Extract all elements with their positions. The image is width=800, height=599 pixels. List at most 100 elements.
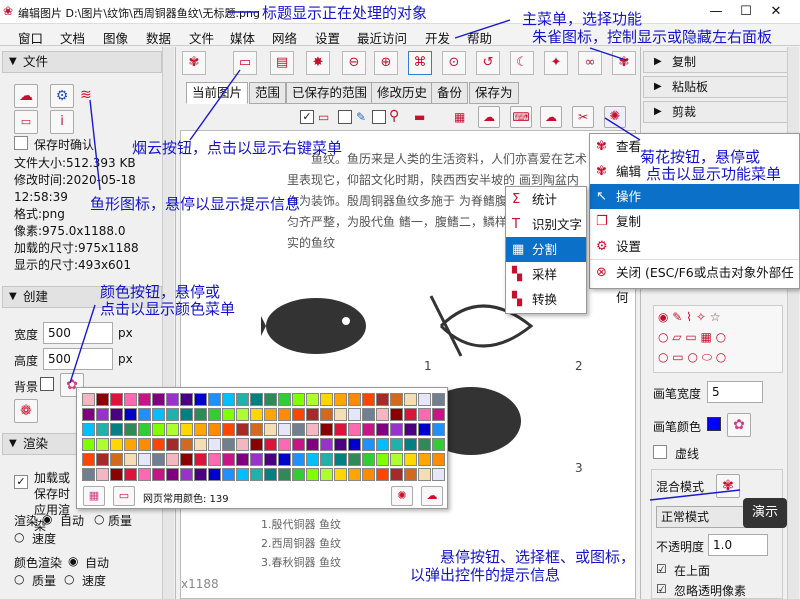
- palette-color-cell[interactable]: [390, 423, 403, 436]
- bird-icon[interactable]: ✦: [544, 51, 568, 75]
- palette-color-cell[interactable]: [138, 468, 151, 481]
- shape-icons-2[interactable]: ○ ▭ ○ ⬭ ○: [658, 350, 726, 365]
- range-fill-checkbox[interactable]: [338, 110, 352, 124]
- palette-color-cell[interactable]: [110, 423, 123, 436]
- palette-color-cell[interactable]: [432, 438, 445, 451]
- palette-color-cell[interactable]: [292, 408, 305, 421]
- menu-item-settings[interactable]: ⚙ 设置: [590, 234, 799, 259]
- palette-color-cell[interactable]: [306, 408, 319, 421]
- color-auto-radio[interactable]: ◉: [68, 554, 78, 568]
- palette-color-cell[interactable]: [334, 468, 347, 481]
- palette-color-cell[interactable]: [404, 423, 417, 436]
- palette-color-cell[interactable]: [138, 393, 151, 406]
- palette-color-cell[interactable]: [292, 393, 305, 406]
- palette-color-cell[interactable]: [306, 468, 319, 481]
- tab-backup[interactable]: 备份: [431, 82, 469, 104]
- maximize-button[interactable]: ☐: [735, 2, 757, 22]
- palette-color-cell[interactable]: [390, 393, 403, 406]
- color-quality-radio[interactable]: ○: [14, 572, 24, 586]
- fish-icon[interactable]: ≋: [80, 87, 92, 103]
- palette-color-cell[interactable]: [110, 393, 123, 406]
- palette-color-cell[interactable]: [292, 438, 305, 451]
- palette-color-cell[interactable]: [222, 438, 235, 451]
- close-button[interactable]: ✕: [765, 2, 787, 22]
- palette-color-cell[interactable]: [180, 393, 193, 406]
- rename-icon[interactable]: ▭: [14, 110, 38, 134]
- info-icon[interactable]: i: [50, 110, 74, 134]
- palette-color-cell[interactable]: [250, 453, 263, 466]
- palette-color-cell[interactable]: [320, 393, 333, 406]
- pen-color-swatch[interactable]: [707, 417, 721, 431]
- blend-icon[interactable]: ✾: [716, 474, 740, 498]
- palette-color-cell[interactable]: [362, 393, 375, 406]
- palette-color-cell[interactable]: [264, 408, 277, 421]
- palette-color-cell[interactable]: [376, 453, 389, 466]
- palette-color-cell[interactable]: [96, 438, 109, 451]
- submenu-ocr[interactable]: T 识别文字: [506, 212, 586, 237]
- palette-color-cell[interactable]: [222, 468, 235, 481]
- palette-color-cell[interactable]: [334, 393, 347, 406]
- clipboard-section[interactable]: ▶ 粘贴板: [643, 76, 793, 98]
- palette-color-cell[interactable]: [264, 423, 277, 436]
- palette-color-cell[interactable]: [82, 393, 95, 406]
- background-swatch[interactable]: [40, 377, 54, 391]
- palette-color-cell[interactable]: [138, 438, 151, 451]
- palette-color-cell[interactable]: [334, 408, 347, 421]
- palette-color-cell[interactable]: [236, 453, 249, 466]
- palette-color-cell[interactable]: [362, 408, 375, 421]
- zoom-out-icon[interactable]: ⊖: [342, 51, 366, 75]
- palette-color-cell[interactable]: [250, 408, 263, 421]
- palette-color-cell[interactable]: [222, 423, 235, 436]
- palette-color-cell[interactable]: [278, 423, 291, 436]
- palette-color-cell[interactable]: [110, 468, 123, 481]
- palette-color-cell[interactable]: [320, 423, 333, 436]
- range-checkbox-2[interactable]: [372, 110, 386, 124]
- palette-color-cell[interactable]: [82, 438, 95, 451]
- palette-color-cell[interactable]: [306, 423, 319, 436]
- text-icon[interactable]: ⌨: [510, 106, 532, 128]
- palette-color-cell[interactable]: [418, 453, 431, 466]
- palette-color-cell[interactable]: [376, 423, 389, 436]
- palette-color-cell[interactable]: [320, 468, 333, 481]
- palette-color-cell[interactable]: [390, 408, 403, 421]
- cloud-button[interactable]: ☁: [14, 84, 38, 108]
- palette-color-cell[interactable]: [124, 438, 137, 451]
- palette-color-cell[interactable]: [362, 423, 375, 436]
- tab-history[interactable]: 修改历史: [371, 82, 434, 104]
- range-shape-icon[interactable]: ▭: [318, 110, 329, 124]
- tab-current-image[interactable]: 当前图片: [186, 82, 249, 104]
- palette-color-cell[interactable]: [362, 468, 375, 481]
- palette-color-cell[interactable]: [432, 393, 445, 406]
- gear-icon[interactable]: ⚙: [50, 84, 74, 108]
- palette-color-cell[interactable]: [208, 408, 221, 421]
- palette-color-cell[interactable]: [390, 468, 403, 481]
- palette-color-cell[interactable]: [404, 438, 417, 451]
- glasses-icon[interactable]: ∞: [578, 51, 602, 75]
- menu-file[interactable]: 文件: [189, 28, 214, 47]
- palette-color-cell[interactable]: [278, 468, 291, 481]
- palette-color-cell[interactable]: [82, 408, 95, 421]
- palette-color-cell[interactable]: [376, 468, 389, 481]
- palette-color-cell[interactable]: [236, 393, 249, 406]
- render-auto-radio[interactable]: ◉: [42, 512, 52, 526]
- right-scrollbar[interactable]: [787, 47, 799, 599]
- palette-color-cell[interactable]: [432, 453, 445, 466]
- grid-icon[interactable]: ▦: [454, 110, 465, 124]
- palette-color-cell[interactable]: [376, 438, 389, 451]
- tab-saved-ranges[interactable]: 已保存的范围: [286, 82, 374, 104]
- submenu-split[interactable]: ▦ 分割: [506, 237, 586, 262]
- palette-color-cell[interactable]: [418, 393, 431, 406]
- palette-color-cell[interactable]: [194, 408, 207, 421]
- palette-color-cell[interactable]: [208, 423, 221, 436]
- palette-color-cell[interactable]: [376, 393, 389, 406]
- palette-color-cell[interactable]: [152, 423, 165, 436]
- ignore-checkbox[interactable]: ☑: [656, 582, 667, 596]
- palette-color-cell[interactable]: [334, 438, 347, 451]
- palette-color-cell[interactable]: [418, 468, 431, 481]
- brush-icon[interactable]: ◉ ✎ ⌇ ✧ ☆: [658, 310, 720, 324]
- width-input[interactable]: 500: [43, 322, 113, 344]
- scope-icon[interactable]: ▬: [414, 110, 425, 124]
- palette-color-cell[interactable]: [138, 453, 151, 466]
- cloud-menu-button[interactable]: ☁: [540, 106, 562, 128]
- palette-color-cell[interactable]: [306, 438, 319, 451]
